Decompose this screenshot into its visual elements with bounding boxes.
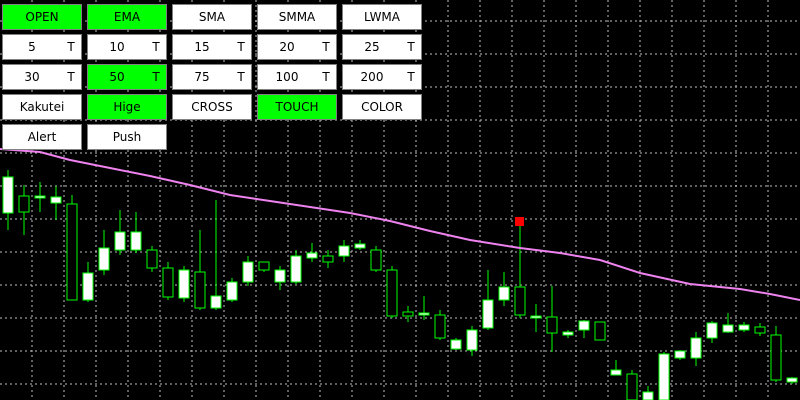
candle-body [146,249,158,269]
period-toggle[interactable]: T [316,65,336,89]
candle-body [722,324,734,333]
period-value[interactable]: 30 [3,65,61,89]
period-value[interactable]: 50 [88,65,146,89]
smma-button[interactable]: SMMA [257,4,337,30]
candle-body [626,373,638,400]
candle-body [338,245,350,257]
period-15-field[interactable]: 15 T [172,34,252,60]
period-toggle[interactable]: T [61,65,81,89]
period-toggle[interactable]: T [401,35,421,59]
alert-button[interactable]: Alert [2,124,82,150]
candle-body [546,316,558,334]
price-chart[interactable] [0,0,800,400]
period-25-field[interactable]: 25 T [342,34,422,60]
candle-body [562,331,574,336]
candle-body [178,269,190,299]
period-toggle[interactable]: T [146,35,166,59]
period-20-field[interactable]: 20 T [257,34,337,60]
candle-body [482,299,494,329]
candle-body [50,196,62,204]
candle-body [786,377,798,383]
cross-button[interactable]: CROSS [172,94,252,120]
candle-body [130,231,142,251]
candle-body [306,252,318,259]
period-toggle[interactable]: T [146,65,166,89]
candle-body [354,243,366,249]
candle-body [706,322,718,339]
candle-body [770,334,782,381]
candle-body [466,329,478,351]
period-value[interactable]: 75 [173,65,231,89]
hige-button[interactable]: Hige [87,94,167,120]
period-toggle[interactable]: T [231,35,251,59]
period-value[interactable]: 200 [343,65,401,89]
candle-body [754,326,766,334]
candle-body [530,315,542,319]
period-5-field[interactable]: 5T [2,34,82,60]
period-toggle[interactable]: T [316,35,336,59]
period-value[interactable]: 5 [3,35,61,59]
candle-body [578,320,590,331]
period-value[interactable]: 15 [173,35,231,59]
period-toggle[interactable]: T [401,65,421,89]
candle-body [738,324,750,331]
period-200-field[interactable]: 200 T [342,64,422,90]
candle-body [658,353,670,400]
candle-body [34,195,46,199]
candle-body [290,255,302,283]
chart-grid [0,0,800,400]
color-button[interactable]: COLOR [342,94,422,120]
period-100-field[interactable]: 100 T [257,64,337,90]
candle-body [226,281,238,301]
candle-body [434,314,446,339]
open-button[interactable]: OPEN [2,4,82,30]
ema-button[interactable]: EMA [87,4,167,30]
candle-body [418,312,430,316]
period-10-field[interactable]: 10 T [87,34,167,60]
lwma-button[interactable]: LWMA [342,4,422,30]
candle-body [690,337,702,359]
candle-body [114,231,126,251]
candle-body [610,369,622,376]
touch-signal-marker [515,217,524,226]
touch-button[interactable]: TOUCH [257,94,337,120]
candle-body [274,269,286,283]
candle-body [402,311,414,317]
candle-body [514,286,526,316]
candle-body [258,261,270,271]
candle-body [322,255,334,263]
push-button[interactable]: Push [87,124,167,150]
candle-body [194,271,206,309]
candle-body [642,391,654,400]
candle-body [98,247,110,271]
candle-body [210,295,222,309]
candle-body [370,249,382,271]
candle-body [498,286,510,301]
period-toggle[interactable]: T [61,35,81,59]
candle-body [18,195,30,213]
period-value[interactable]: 100 [258,65,316,89]
candle-body [82,272,94,301]
candle-body [242,261,254,283]
sma-button[interactable]: SMA [172,4,252,30]
candle-body [594,321,606,341]
period-value[interactable]: 25 [343,35,401,59]
period-50-field[interactable]: 50 T [87,64,167,90]
candle-body [2,176,14,214]
period-30-field[interactable]: 30 T [2,64,82,90]
candle-body [162,267,174,298]
period-value[interactable]: 10 [88,35,146,59]
period-value[interactable]: 20 [258,35,316,59]
period-toggle[interactable]: T [231,65,251,89]
kakutei-button[interactable]: Kakutei [2,94,82,120]
period-75-field[interactable]: 75 T [172,64,252,90]
candle-body [66,203,78,301]
candle-body [674,350,686,359]
candle-body [386,269,398,317]
candle-body [450,339,462,350]
